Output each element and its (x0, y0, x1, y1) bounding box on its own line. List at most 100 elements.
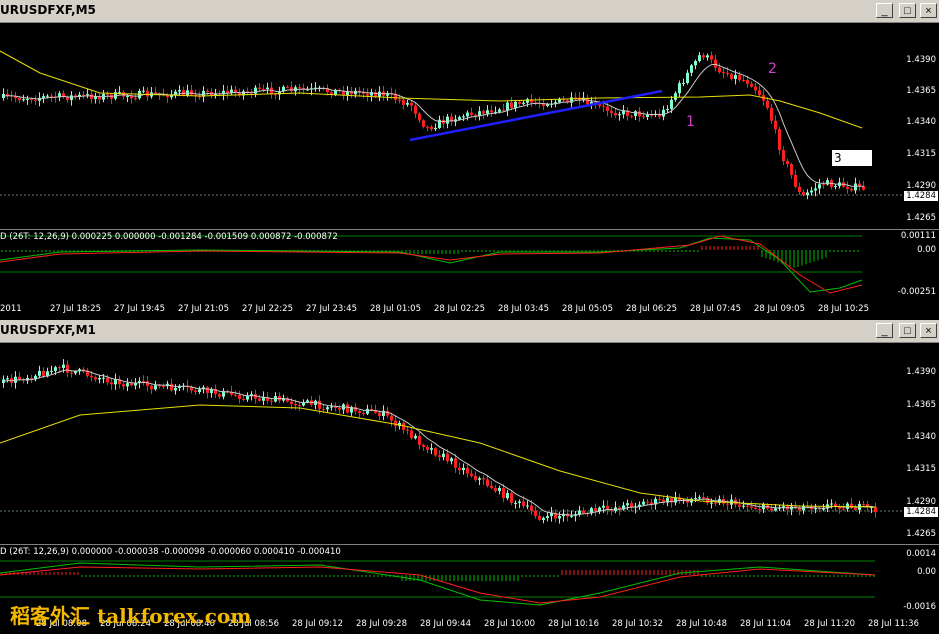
candle-body (462, 467, 465, 471)
candle-body (610, 110, 613, 114)
candle-body (522, 501, 525, 507)
candle-body (70, 95, 73, 100)
candle-body (674, 93, 677, 100)
candle-body (514, 101, 517, 109)
maximize-button[interactable]: □ (899, 3, 916, 18)
ma-slow-line (0, 50, 863, 129)
candle-body (498, 487, 501, 492)
time-axis[interactable]: 2011 27 Jul 18:25 27 Jul 19:45 27 Jul 21:05… (0, 301, 939, 319)
price-pane[interactable] (0, 343, 903, 543)
candle-body (146, 90, 149, 97)
candle-body (678, 83, 681, 94)
candle-body (458, 117, 461, 120)
candle-body (798, 186, 801, 192)
time-tick: 28 Jul 02:25 (434, 304, 485, 314)
candle-body (466, 467, 469, 474)
time-tick: 27 Jul 18:25 (50, 304, 101, 314)
candle-body (286, 86, 289, 88)
candle-body (850, 503, 853, 508)
candle-body (162, 386, 165, 388)
annotation-2: 2 (768, 61, 777, 77)
candle-body (418, 113, 421, 121)
candle-body (422, 444, 425, 447)
macd-pane[interactable]: D (26T: 12,26,9) 0.000225 0.000000 -0.00… (0, 230, 903, 300)
candle-body (570, 515, 573, 517)
candle-body (774, 120, 777, 130)
window-titlebar[interactable]: URUSDFXF,M1 _ □ × (0, 320, 939, 343)
price-tick: 1.4390 (906, 55, 936, 65)
macd-axis[interactable]: 0.00111 0.00 -0.00251 (898, 230, 939, 300)
chart-window-m1[interactable]: URUSDFXF,M1 _ □ × 1.4390 1.4365 1.4340 1… (0, 320, 939, 634)
candle-body (366, 408, 369, 414)
candle-body (786, 161, 789, 165)
price-axis[interactable]: 1.4390 1.4365 1.4340 1.4315 1.4290 1.426… (903, 343, 939, 543)
price-chart (0, 50, 903, 200)
candle-body (734, 75, 737, 79)
candle-body (262, 88, 265, 90)
candle-body (618, 114, 621, 116)
candle-body (242, 398, 245, 400)
maximize-button[interactable]: □ (899, 323, 916, 338)
candle-body (154, 385, 157, 390)
candle-body (346, 404, 349, 413)
window-titlebar[interactable]: URUSDFXF,M5 _ □ × (0, 0, 939, 23)
candle-body (714, 502, 717, 504)
candle-body (514, 502, 517, 504)
candle-body (198, 389, 201, 393)
candle-body (778, 129, 781, 151)
candle-body (714, 59, 717, 68)
candle-body (450, 458, 453, 462)
candle-body (234, 89, 237, 92)
candle-body (414, 435, 417, 439)
candle-body (490, 110, 493, 113)
candle-body (426, 126, 429, 128)
close-button[interactable]: × (920, 323, 937, 338)
macd-axis[interactable]: 0.0014 0.00 -0.0016 (903, 545, 939, 615)
candle-body (206, 90, 209, 93)
close-button[interactable]: × (920, 3, 937, 18)
candle-body (410, 102, 413, 106)
candle-body (106, 93, 109, 95)
candle-body (446, 453, 449, 462)
time-tick: 27 Jul 22:25 (242, 304, 293, 314)
candle-body (490, 485, 493, 489)
candle-body (834, 503, 837, 506)
time-tick: 27 Jul 23:45 (306, 304, 357, 314)
candle-body (850, 188, 853, 191)
candle-body (110, 382, 113, 385)
candle-body (690, 65, 693, 73)
candle-body (574, 97, 577, 99)
price-axis[interactable]: 1.4390 1.4365 1.4340 1.4315 1.4290 1.426… (903, 23, 939, 228)
candle-body (366, 93, 369, 96)
candle-body (698, 497, 701, 499)
candle-body (666, 108, 669, 110)
candle-body (706, 55, 709, 58)
time-tick: 27 Jul 19:45 (114, 304, 165, 314)
candle-body (150, 385, 153, 390)
candle-body (418, 435, 421, 445)
candle-body (806, 192, 809, 196)
candle-body (494, 488, 497, 492)
candle-body (614, 113, 617, 116)
chart-window-m5[interactable]: URUSDFXF,M5 _ □ × 1 2 3 1.4390 1.4365 1.… (0, 0, 939, 320)
candle-body (482, 478, 485, 480)
macd-label: D (26T: 12,26,9) 0.000225 0.000000 -0.00… (0, 232, 338, 242)
candle-body (602, 505, 605, 508)
candle-body (182, 90, 185, 96)
candle-body (682, 82, 685, 84)
candle-body (814, 188, 817, 191)
candle-body (170, 383, 173, 391)
time-tick: 28 Jul 05:05 (562, 304, 613, 314)
candle-body (330, 406, 333, 408)
price-pane[interactable]: 1 2 3 (0, 23, 903, 228)
ma-slow-line (0, 404, 876, 508)
candle-body (702, 55, 705, 58)
macd-tick: -0.00251 (897, 287, 936, 297)
candle-body (662, 109, 665, 117)
candle-body (482, 111, 485, 114)
minimize-button[interactable]: _ (876, 323, 893, 338)
minimize-button[interactable]: _ (876, 3, 893, 18)
candle-body (710, 55, 713, 60)
candle-body (406, 102, 409, 105)
candle-body (146, 381, 149, 386)
